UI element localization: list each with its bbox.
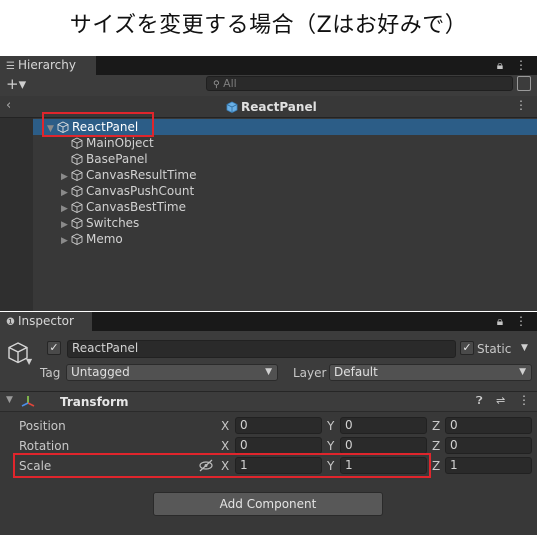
tree-item-canvaspushcount[interactable]: ▶ CanvasPushCount — [33, 183, 537, 199]
static-checkbox[interactable]: ✓ — [460, 341, 474, 355]
position-y-axis-label: Y — [327, 419, 335, 433]
scale-z-axis-label: Z — [432, 459, 441, 473]
search-placeholder: All — [223, 77, 237, 90]
info-icon: ❶ — [6, 317, 15, 328]
position-y-field[interactable]: 0 — [340, 417, 427, 434]
rotation-z-field[interactable]: 0 — [445, 437, 532, 454]
gameobject-cube-icon — [71, 233, 83, 245]
active-checkbox[interactable]: ✓ — [47, 341, 61, 355]
lock-icon[interactable]: 🔒︎ — [497, 58, 503, 72]
transform-axes-icon — [21, 396, 35, 407]
layer-label: Layer — [293, 366, 327, 380]
component-more-menu-icon[interactable]: ⋮ — [518, 393, 530, 407]
presets-sliders-icon[interactable]: ⇌ — [496, 394, 505, 407]
chevron-down-icon: ▼ — [519, 367, 526, 377]
scale-y-field[interactable]: 1 — [340, 457, 427, 474]
gameobject-cube-icon — [71, 137, 83, 149]
scale-z-field[interactable]: 1 — [445, 457, 532, 474]
position-z-axis-label: Z — [432, 419, 441, 433]
tag-dropdown-value: Untagged — [71, 365, 130, 379]
tree-item-label: Memo — [86, 232, 123, 246]
scene-header-bar: ‹ ReactPanel ⋮ — [0, 96, 537, 118]
tree-item-canvasbesttime[interactable]: ▶ CanvasBestTime — [33, 199, 537, 215]
tree-item-canvasresulttime[interactable]: ▶ CanvasResultTime — [33, 167, 537, 183]
list-icon: ☰ — [6, 61, 15, 72]
scene-search-options-icon[interactable] — [517, 76, 531, 91]
scale-x-axis-label: X — [221, 459, 230, 473]
rotation-label: Rotation — [19, 439, 70, 453]
rotation-x-axis-label: X — [221, 439, 230, 453]
tree-item-label: CanvasPushCount — [86, 184, 195, 198]
position-x-axis-label: X — [221, 419, 230, 433]
search-input[interactable]: ⚲ All — [206, 76, 513, 91]
prefab-cube-icon — [226, 101, 238, 113]
transform-header[interactable]: ▼ Transform ❓︎ ⇌ ⋮ — [0, 391, 537, 412]
lock-icon[interactable]: 🔒︎ — [497, 314, 503, 328]
gameobject-cube-icon — [71, 153, 83, 165]
tab-inspector-label: Inspector — [17, 314, 74, 328]
collapsed-arrow-icon[interactable]: ▶ — [61, 233, 71, 249]
tree-item-label: CanvasResultTime — [86, 168, 197, 182]
more-menu-icon[interactable]: ⋮ — [515, 314, 527, 328]
tree-item-basepanel[interactable]: BasePanel — [33, 151, 537, 167]
tree-item-reactpanel[interactable]: ▼ ReactPanel — [33, 119, 537, 135]
scale-x-field[interactable]: 1 — [235, 457, 322, 474]
position-x-field[interactable]: 0 — [235, 417, 322, 434]
scale-label: Scale — [19, 459, 52, 473]
scene-title: ReactPanel — [226, 99, 317, 115]
position-label: Position — [19, 419, 66, 433]
gameobject-cube-icon — [71, 217, 83, 229]
rotation-x-field[interactable]: 0 — [235, 437, 322, 454]
search-icon: ⚲ — [213, 80, 220, 90]
help-icon[interactable]: ❓︎ — [476, 394, 483, 408]
more-menu-icon[interactable]: ⋮ — [515, 58, 527, 72]
tag-dropdown[interactable]: Untagged ▼ — [66, 364, 278, 381]
tab-inspector[interactable]: ❶ Inspector — [0, 312, 92, 331]
component-title: Transform — [60, 395, 129, 409]
scene-title-label: ReactPanel — [241, 100, 317, 114]
caption-title: サイズを変更する場合（Zはお好みで） — [0, 0, 537, 56]
scene-more-menu-icon[interactable]: ⋮ — [515, 98, 527, 112]
hierarchy-gutter — [0, 118, 33, 311]
icon-dropdown-caret-icon[interactable]: ▼ — [26, 357, 32, 366]
position-z-field[interactable]: 0 — [445, 417, 532, 434]
foldout-arrow-icon[interactable]: ▼ — [6, 395, 13, 405]
chevron-down-icon: ▼ — [265, 367, 272, 377]
object-header: ▼ ✓ ReactPanel ✓ Static ▼ Tag Untagged ▼ … — [0, 331, 537, 391]
rotation-y-field[interactable]: 0 — [340, 437, 427, 454]
object-name-field[interactable]: ReactPanel — [67, 340, 456, 358]
tree-item-label: ReactPanel — [72, 120, 139, 134]
tree-item-label: CanvasBestTime — [86, 200, 186, 214]
inspector-tabbar: ❶ Inspector 🔒︎ ⋮ — [0, 312, 537, 331]
tree-item-memo[interactable]: ▶ Memo — [33, 231, 537, 247]
gameobject-cube-icon — [57, 121, 69, 133]
gameobject-cube-icon — [71, 185, 83, 197]
rotation-z-axis-label: Z — [432, 439, 441, 453]
tree-item-label: Switches — [86, 216, 140, 230]
gameobject-cube-icon — [71, 169, 83, 181]
static-label: Static — [477, 342, 512, 356]
tree-item-switches[interactable]: ▶ Switches — [33, 215, 537, 231]
scale-y-axis-label: Y — [327, 459, 335, 473]
gameobject-cube-icon — [71, 201, 83, 213]
tab-hierarchy-label: Hierarchy — [17, 58, 76, 72]
add-component-button[interactable]: Add Component — [153, 492, 383, 516]
inspector-window-controls: 🔒︎ ⋮ — [497, 312, 527, 331]
layer-dropdown[interactable]: Default ▼ — [329, 364, 532, 381]
static-dropdown-caret-icon[interactable]: ▼ — [521, 343, 528, 353]
tab-hierarchy[interactable]: ☰ Hierarchy — [0, 56, 96, 75]
add-dropdown-button[interactable]: +▾ — [6, 75, 26, 93]
tree-item-label: MainObject — [86, 136, 154, 150]
layer-dropdown-value: Default — [334, 365, 378, 379]
constrain-proportions-link-icon[interactable] — [198, 459, 214, 472]
tree-item-mainobject[interactable]: MainObject — [33, 135, 537, 151]
back-chevron-icon[interactable]: ‹ — [6, 98, 11, 113]
hierarchy-tabbar: ☰ Hierarchy 🔒︎ ⋮ — [0, 56, 537, 75]
tag-label: Tag — [40, 366, 61, 380]
rotation-y-axis-label: Y — [327, 439, 335, 453]
tree-item-label: BasePanel — [86, 152, 148, 166]
hierarchy-window-controls: 🔒︎ ⋮ — [497, 56, 527, 75]
